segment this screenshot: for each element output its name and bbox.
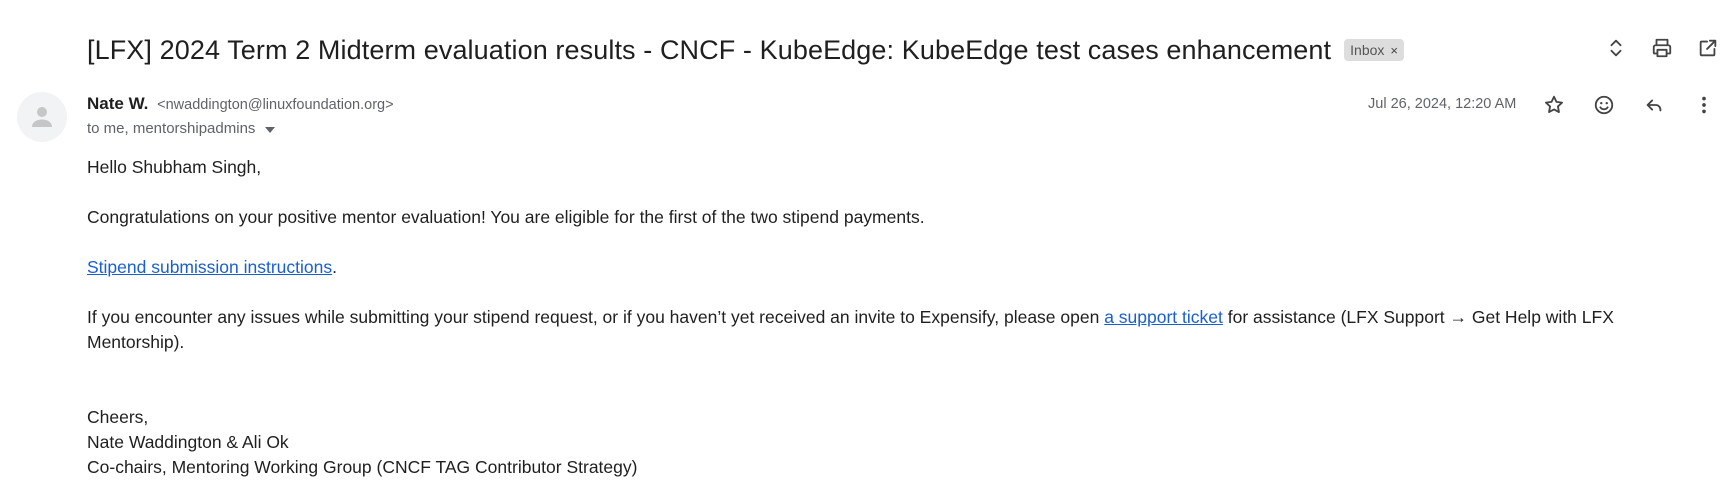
signature-names: Nate Waddington & Ali Ok <box>87 432 289 452</box>
more-options-button[interactable] <box>1690 91 1718 119</box>
inbox-label-text: Inbox <box>1350 42 1385 58</box>
print-icon <box>1652 38 1672 58</box>
recipients-text: to me, mentorshipadmins <box>87 120 256 137</box>
support-ticket-link[interactable]: a support ticket <box>1104 307 1223 327</box>
unfold-icon <box>1610 39 1622 57</box>
expand-all-button[interactable] <box>1602 34 1630 62</box>
reply-button[interactable] <box>1640 91 1668 119</box>
add-reaction-button[interactable] <box>1590 91 1618 119</box>
instructions-period: . <box>332 257 337 277</box>
more-vert-icon <box>1702 96 1706 114</box>
person-icon <box>32 107 52 127</box>
support-text-before: If you encounter any issues while submit… <box>87 307 1105 327</box>
recipients: to me, mentorshipadmins <box>87 120 276 137</box>
sender-avatar[interactable] <box>17 92 67 142</box>
email-body: Hello Shubham Singh, Congratulations on … <box>87 155 1707 480</box>
inbox-label-chip[interactable]: Inbox × <box>1344 39 1404 61</box>
star-button[interactable] <box>1540 91 1568 119</box>
sender-email: <nwaddington@linuxfoundation.org> <box>157 97 394 113</box>
recipient-details-dropdown-icon[interactable] <box>265 126 276 133</box>
emoji-icon <box>1594 95 1614 115</box>
message-actions <box>1540 91 1718 119</box>
email-subject: [LFX] 2024 Term 2 Midterm evaluation res… <box>87 34 1332 65</box>
sender-name[interactable]: Nate W. <box>87 94 148 113</box>
reply-icon <box>1646 99 1662 112</box>
paragraph-instructions: Stipend submission instructions. <box>87 255 1707 280</box>
signature-title: Co-chairs, Mentoring Working Group (CNCF… <box>87 457 638 477</box>
subject-row: [LFX] 2024 Term 2 Midterm evaluation res… <box>87 30 1736 70</box>
paragraph-support: If you encounter any issues while submit… <box>87 305 1707 355</box>
star-icon <box>1545 95 1563 113</box>
open-new-window-button[interactable] <box>1694 34 1722 62</box>
signoff: Cheers, <box>87 407 149 427</box>
thread-actions <box>1602 34 1722 62</box>
email-date: Jul 26, 2024, 12:20 AM <box>1368 96 1517 112</box>
sender-line: Nate W. <nwaddington@linuxfoundation.org… <box>87 94 394 114</box>
print-button[interactable] <box>1648 34 1676 62</box>
paragraph-congrats: Congratulations on your positive mentor … <box>87 207 925 227</box>
open-in-new-icon <box>1699 39 1717 57</box>
stipend-instructions-link[interactable]: Stipend submission instructions <box>87 257 332 277</box>
remove-label-button[interactable]: × <box>1390 43 1398 58</box>
greeting: Hello Shubham Singh, <box>87 157 262 177</box>
